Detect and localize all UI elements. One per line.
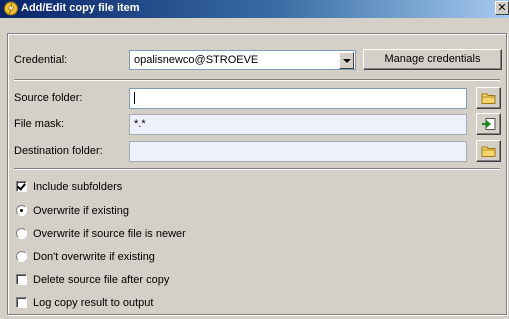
include-subfolders-label[interactable]: Include subfolders [33, 181, 122, 193]
folder-icon [481, 93, 496, 104]
divider [14, 79, 500, 81]
source-folder-label: Source folder: [14, 92, 83, 104]
file-mask-value: *.* [134, 118, 146, 130]
credential-selected-value: opalisnewco@STROEVE [134, 54, 259, 66]
include-subfolders-checkbox[interactable] [16, 181, 27, 192]
dont-overwrite-radio[interactable] [16, 251, 27, 262]
destination-folder-label: Destination folder: [14, 145, 103, 157]
source-folder-browse-button[interactable] [476, 87, 501, 109]
file-mask-insert-button[interactable] [476, 113, 501, 135]
overwrite-if-newer-radio[interactable] [16, 228, 27, 239]
overwrite-if-existing-radio[interactable] [16, 205, 27, 216]
insert-arrow-icon [482, 118, 496, 130]
chevron-down-icon[interactable] [339, 52, 354, 69]
credential-select[interactable]: opalisnewco@STROEVE [129, 50, 356, 70]
window-title: Add/Edit copy file item [21, 2, 140, 14]
text-caret [134, 92, 135, 105]
manage-credentials-button[interactable]: Manage credentials [363, 49, 502, 70]
opalis-bolt-icon [4, 1, 18, 16]
overwrite-if-existing-label[interactable]: Overwrite if existing [33, 205, 129, 217]
dont-overwrite-label[interactable]: Don't overwrite if existing [33, 251, 155, 263]
destination-folder-input[interactable] [129, 141, 467, 162]
folder-icon [481, 146, 496, 157]
delete-source-label[interactable]: Delete source file after copy [33, 274, 169, 286]
divider [14, 168, 500, 170]
close-button[interactable]: ✕ [495, 1, 509, 15]
delete-source-checkbox[interactable] [16, 274, 27, 285]
source-folder-input[interactable] [129, 88, 467, 109]
title-bar: Add/Edit copy file item ✕ [0, 0, 509, 18]
overwrite-if-newer-label[interactable]: Overwrite if source file is newer [33, 228, 186, 240]
log-result-checkbox[interactable] [16, 297, 27, 308]
log-result-label[interactable]: Log copy result to output [33, 297, 153, 309]
file-mask-label: File mask: [14, 118, 65, 130]
file-mask-input[interactable]: *.* [129, 114, 467, 135]
destination-folder-browse-button[interactable] [476, 140, 501, 162]
dialog-panel [7, 33, 507, 315]
credential-label: Credential: [14, 54, 68, 66]
